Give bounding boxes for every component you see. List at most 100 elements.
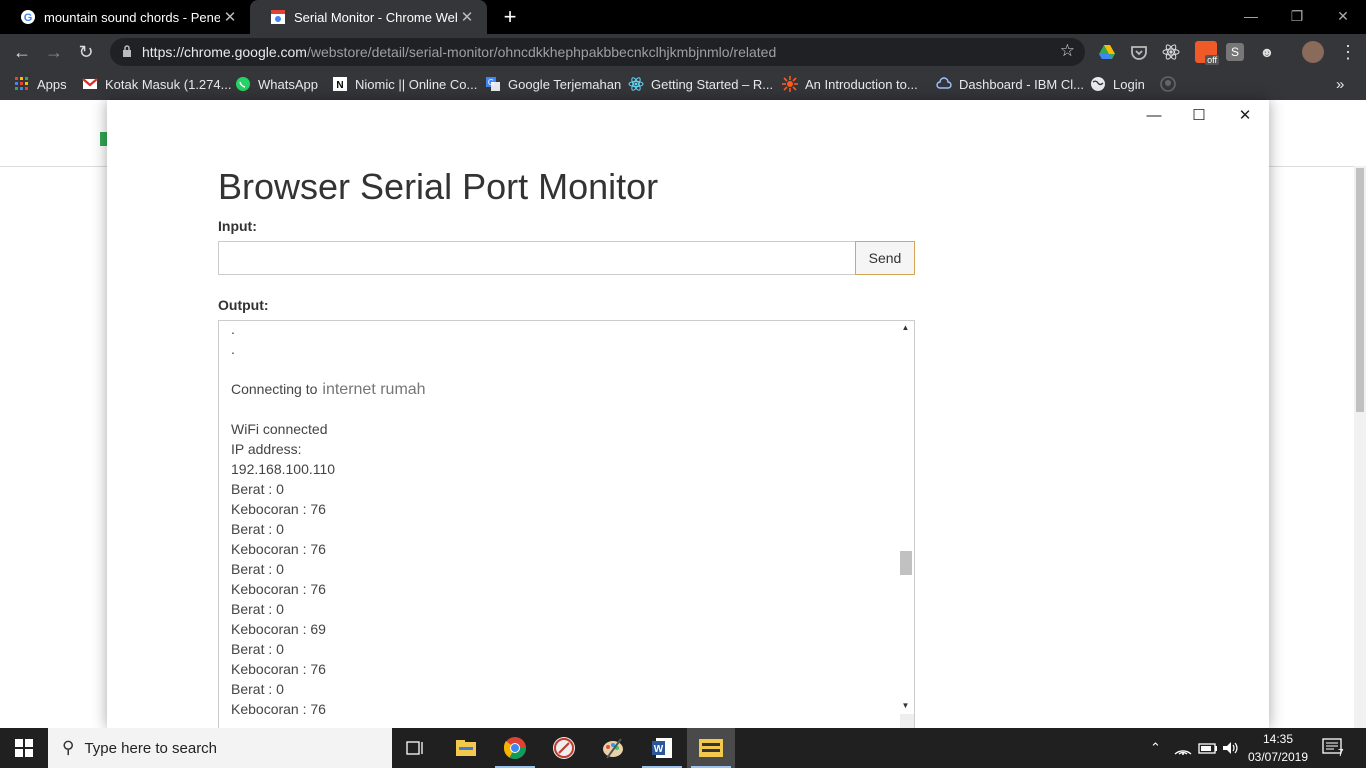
pocket-icon[interactable] [1130, 43, 1148, 61]
scroll-down-arrow-icon[interactable]: ▼ [897, 701, 914, 710]
battery-icon[interactable] [1198, 728, 1218, 768]
notifications-button[interactable]: 7 [1322, 728, 1344, 768]
address-bar[interactable]: https://chrome.google.com/webstore/detai… [110, 38, 1085, 66]
bookmark-label: An Introduction to... [805, 76, 918, 92]
url-text: https://chrome.google.com/webstore/detai… [142, 44, 776, 60]
bookmark-ibm-cloud[interactable]: Dashboard - IBM Cl... [936, 70, 1084, 98]
bookmark-login[interactable]: Login [1090, 70, 1145, 98]
paint-app-icon[interactable] [589, 728, 637, 768]
bookmarks-overflow-icon[interactable]: » [1336, 70, 1344, 98]
output-line: Berat : 0 [231, 559, 891, 579]
app-minimize-icon[interactable]: — [1131, 102, 1177, 128]
bookmark-whatsapp[interactable]: WhatsApp [235, 70, 318, 98]
taskbar-search[interactable]: ⚲ Type here to search [48, 728, 392, 768]
tray-chevron-icon[interactable]: ⌃ [1150, 728, 1161, 768]
bookmark-gmail[interactable]: Kotak Masuk (1.274... [82, 70, 231, 98]
serial-input-field[interactable] [218, 241, 856, 275]
system-clock[interactable]: 14:35 03/07/2019 [1242, 730, 1314, 766]
word-app-icon[interactable]: W [638, 728, 686, 768]
tab-close-icon[interactable]: ✕ [457, 8, 477, 26]
volume-icon[interactable] [1222, 728, 1240, 768]
output-scrollbar-thumb[interactable] [900, 551, 912, 575]
google-drive-icon[interactable] [1098, 43, 1116, 61]
start-button[interactable] [0, 728, 48, 768]
bookmark-label: Dashboard - IBM Cl... [959, 76, 1084, 92]
tab-mountain-sound[interactable]: G mountain sound chords - Penelus ✕ [0, 0, 250, 34]
output-line: 192.168.100.110 [231, 459, 891, 479]
output-line: WiFi connected [231, 419, 891, 439]
network-icon[interactable] [1174, 728, 1192, 768]
reload-icon[interactable]: ↻ [70, 34, 102, 70]
menu-dots-icon[interactable]: ⋮ [1332, 34, 1364, 70]
svg-text:G: G [24, 12, 33, 24]
tab-strip: G mountain sound chords - Penelus ✕ Seri… [0, 0, 1366, 34]
extension-badge: off [1205, 55, 1219, 65]
whatsapp-icon [236, 77, 250, 91]
app-maximize-icon[interactable]: ☐ [1176, 102, 1222, 128]
output-line-text: Berat : 0 [231, 641, 284, 657]
minimize-icon[interactable]: — [1228, 0, 1274, 32]
output-line: Berat : 0 [231, 639, 891, 659]
search-placeholder: Type here to search [84, 739, 218, 757]
chrome-taskbar-icon[interactable] [491, 728, 539, 768]
bookmark-react[interactable]: Getting Started – R... [628, 70, 773, 98]
compass-app-icon[interactable] [540, 728, 588, 768]
profile-avatar[interactable] [1302, 41, 1324, 63]
output-scrollbar[interactable]: ▲ ▼ [897, 321, 914, 728]
output-line-ssid: internet rumah [322, 381, 426, 398]
incognito-mask-icon[interactable]: ☻ [1258, 43, 1276, 61]
bookmark-github[interactable] [1160, 70, 1183, 98]
s-extension-icon[interactable]: S [1226, 43, 1244, 61]
output-line-text: Berat : 0 [231, 601, 284, 617]
output-line-text: Kebocoran : 76 [231, 701, 326, 717]
task-view-icon[interactable] [392, 728, 440, 768]
niomic-icon: N [333, 77, 347, 91]
output-line-text: IP address: [231, 441, 302, 457]
input-label: Input: [218, 218, 257, 234]
output-lines: ...Connecting tointernet rumahWiFi conne… [231, 321, 891, 719]
output-line-text: Berat : 0 [231, 681, 284, 697]
bookmark-label: Apps [37, 76, 67, 92]
app-close-icon[interactable]: ✕ [1222, 102, 1268, 128]
resize-handle[interactable] [900, 714, 914, 728]
page-scrollbar-thumb[interactable] [1356, 168, 1364, 412]
github-icon [1160, 76, 1176, 92]
restore-icon[interactable]: ❐ [1274, 0, 1320, 32]
tab-title: Serial Monitor - Chrome Webstore [294, 9, 457, 25]
serial-monitor-taskbar-icon[interactable] [687, 728, 735, 768]
windows-logo-icon [15, 739, 33, 757]
output-line: Kebocoran : 76 [231, 699, 891, 719]
bookmark-apps[interactable]: Apps [14, 70, 67, 98]
clock-date: 03/07/2019 [1247, 750, 1309, 764]
bookmark-star-icon[interactable]: ☆ [1060, 41, 1075, 61]
globe-icon [1091, 77, 1105, 91]
scroll-up-arrow-icon[interactable]: ▲ [897, 323, 914, 332]
forward-arrow-icon[interactable]: → [38, 34, 70, 70]
google-icon: G [21, 10, 35, 24]
output-line: IP address: [231, 439, 891, 459]
close-window-icon[interactable]: ✕ [1320, 0, 1366, 32]
output-line: Connecting to internet rumah [231, 379, 891, 399]
clock-time: 14:35 [1262, 732, 1294, 746]
react-devtools-icon[interactable] [1162, 43, 1180, 61]
windows-taskbar: ⚲ Type here to search W ⌃ 14:35 03/07/20… [0, 728, 1366, 768]
bookmark-introduction[interactable]: An Introduction to... [782, 70, 918, 98]
output-line-text: . [231, 341, 235, 357]
notification-count: 7 [1338, 748, 1344, 759]
tab-close-icon[interactable]: ✕ [220, 8, 240, 26]
output-line: Kebocoran : 76 [231, 539, 891, 559]
output-line-text: Berat : 0 [231, 521, 284, 537]
back-arrow-icon[interactable]: ← [6, 34, 38, 70]
bookmark-niomic[interactable]: N Niomic || Online Co... [332, 70, 477, 98]
file-explorer-icon[interactable] [442, 728, 490, 768]
extension-off-icon[interactable]: off [1195, 41, 1219, 65]
bookmark-google-translate[interactable]: G Google Terjemahan [485, 70, 621, 98]
new-tab-button[interactable]: + [498, 4, 522, 30]
tab-serial-monitor[interactable]: Serial Monitor - Chrome Webstore ✕ [250, 0, 487, 34]
output-label: Output: [218, 297, 269, 313]
page-title: Browser Serial Port Monitor [218, 166, 659, 207]
serial-output-area[interactable]: ...Connecting tointernet rumahWiFi conne… [218, 320, 915, 728]
send-button[interactable]: Send [855, 241, 915, 275]
output-line: Berat : 0 [231, 599, 891, 619]
